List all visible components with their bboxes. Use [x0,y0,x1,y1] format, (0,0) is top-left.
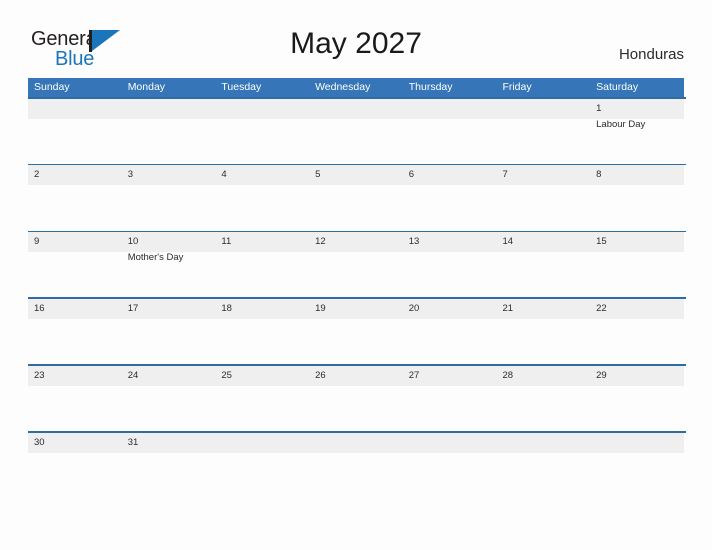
day-cell[interactable]: 9 [28,232,122,297]
day-cell[interactable]: 29 [590,366,684,431]
day-number: 3 [127,169,133,181]
day-cell[interactable]: 7 [496,165,590,230]
day-number: 19 [315,302,326,314]
dow-monday: Monday [127,81,166,93]
week-row: 1 Labour Day [28,97,686,164]
day-number: 23 [34,369,45,381]
day-number: 4 [221,169,227,181]
day-number: 11 [221,236,232,248]
day-cell[interactable]: 26 [309,366,403,431]
day-cell[interactable]: 23 [28,366,122,431]
day-cell[interactable]: 8 [590,165,684,230]
day-cell[interactable]: 28 [496,366,590,431]
calendar-page: General Blue May 2027 Honduras Sunday Mo… [0,0,712,550]
day-number: 22 [596,302,607,314]
day-cell[interactable] [403,433,497,498]
day-number: 27 [408,369,420,381]
week-row: 16 17 18 19 20 21 22 [28,297,686,364]
day-cell[interactable]: 3 [122,165,216,230]
day-number: 31 [127,436,139,448]
dow-wednesday: Wednesday [315,81,371,93]
day-number: 26 [315,369,326,381]
day-number: 16 [34,302,45,314]
day-cell[interactable] [590,433,684,498]
day-number: 1 [596,102,602,114]
day-number: 13 [408,236,420,248]
day-number: 28 [502,369,514,381]
day-number: 29 [596,369,607,381]
day-of-week-header: Sunday Monday Tuesday Wednesday Thursday… [28,78,684,97]
day-cell[interactable]: 19 [309,299,403,364]
day-cell[interactable] [28,99,122,164]
day-cell[interactable]: 1 Labour Day [590,99,684,164]
day-cell[interactable]: 24 [122,366,216,431]
dow-saturday: Saturday [596,81,639,93]
week-row: 2 3 4 5 6 7 8 [28,163,686,231]
day-cell[interactable]: 18 [215,299,309,364]
day-number: 21 [502,302,514,314]
day-number: 6 [408,169,415,181]
day-cell[interactable]: 6 [403,165,497,230]
week-row: 9 10 Mother's Day 11 12 13 14 15 [28,230,686,298]
day-number: 20 [408,302,420,314]
day-number: 15 [596,236,607,248]
day-cell[interactable]: 13 [403,232,497,297]
dow-thursday: Thursday [408,81,453,93]
page-header: General Blue May 2027 Honduras [0,0,712,78]
day-event: Labour Day [596,118,646,130]
day-number: 14 [502,236,514,248]
week-row: 23 24 25 26 27 28 29 [28,364,686,431]
day-cell[interactable]: 11 [215,232,309,297]
day-cell[interactable]: 12 [309,232,403,297]
day-cell[interactable]: 14 [496,232,590,297]
day-cell[interactable] [403,99,497,164]
page-title: May 2027 [290,27,422,60]
country-label: Honduras [618,46,684,63]
day-cell[interactable]: 16 [28,299,122,364]
day-cell[interactable]: 27 [403,366,497,431]
day-cell[interactable]: 10 Mother's Day [122,232,216,297]
day-number: 9 [34,236,40,248]
day-number: 12 [315,236,326,248]
day-cell[interactable] [309,433,403,498]
week-row: 30 31 [28,430,686,498]
day-cell[interactable] [215,433,309,498]
day-cell[interactable] [215,99,309,164]
day-cell[interactable]: 21 [496,299,590,364]
day-event: Mother's Day [127,252,184,264]
day-number: 24 [127,369,139,381]
day-cell[interactable] [496,99,590,164]
day-number: 30 [34,436,45,448]
day-number: 8 [596,169,602,181]
dow-tuesday: Tuesday [221,81,262,93]
day-cell[interactable]: 20 [403,299,497,364]
day-number: 5 [315,169,321,181]
day-cell[interactable]: 15 [590,232,684,297]
day-cell[interactable] [309,99,403,164]
day-number: 18 [221,302,232,314]
day-cell[interactable] [496,433,590,498]
calendar-grid: Sunday Monday Tuesday Wednesday Thursday… [28,78,686,498]
day-cell[interactable]: 31 [122,433,216,498]
dow-friday: Friday [502,81,532,93]
day-cell[interactable] [122,99,216,164]
day-cell[interactable]: 30 [28,433,122,498]
day-cell[interactable]: 17 [122,299,216,364]
dow-sunday: Sunday [34,81,70,93]
day-cell[interactable]: 2 [28,165,122,230]
day-cell[interactable]: 22 [590,299,684,364]
day-number: 2 [34,169,40,181]
day-number: 10 [127,236,139,248]
day-number: 17 [127,302,139,314]
day-cell[interactable]: 5 [309,165,403,230]
day-cell[interactable]: 25 [215,366,309,431]
day-cell[interactable]: 4 [215,165,309,230]
day-number: 25 [221,369,232,381]
day-number: 7 [502,169,508,181]
